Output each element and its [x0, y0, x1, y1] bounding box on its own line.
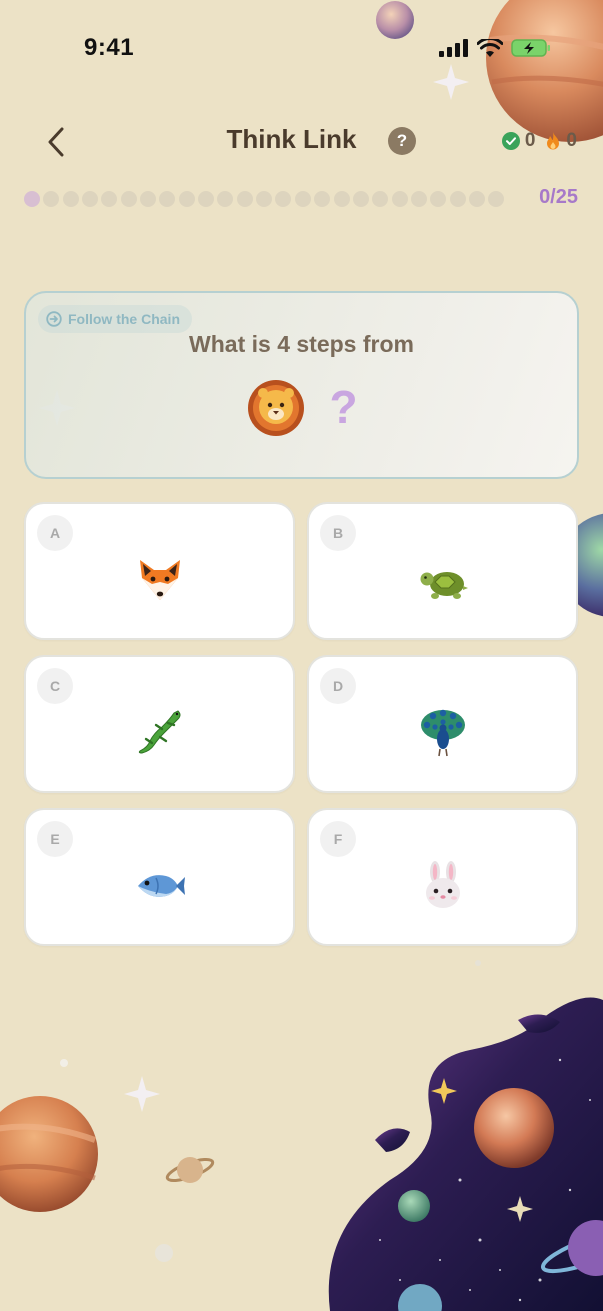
progress-dot [333, 191, 350, 207]
question-text: What is 4 steps from [189, 331, 414, 357]
fish-icon [137, 875, 185, 897]
progress-dot [43, 191, 60, 207]
progress-dot [178, 191, 195, 207]
progress-dot [101, 191, 118, 207]
progress-dot [62, 191, 79, 207]
fox-face-icon [139, 560, 180, 600]
progress-dot [120, 191, 137, 207]
progress-dot [198, 191, 215, 207]
option-letter: B [320, 515, 356, 551]
progress-dot [275, 191, 292, 207]
check-circle-icon [501, 132, 520, 150]
option-letter: D [320, 668, 356, 704]
option-letter: E [37, 821, 73, 857]
progress-dot [217, 191, 234, 207]
lion-face-icon [248, 380, 305, 436]
progress-dots [24, 191, 505, 207]
lizard-icon [138, 710, 180, 754]
correct-stat: 0 [501, 130, 536, 152]
progress-dot [140, 191, 157, 207]
status-time: 9:41 [84, 34, 135, 61]
help-button[interactable]: ? [388, 127, 416, 155]
option-c-card[interactable]: C [24, 655, 295, 793]
progress-dot [449, 191, 466, 207]
progress-dot [430, 191, 447, 207]
question-card: Follow the Chain What is 4 steps from ? [24, 291, 579, 479]
progress-dot [159, 191, 176, 207]
battery-charging-icon [511, 39, 550, 57]
unknown-question-mark: ? [329, 381, 358, 433]
progress-dot [82, 191, 99, 207]
option-d-card[interactable]: D [307, 655, 578, 793]
option-f-card[interactable]: F [307, 808, 578, 946]
progress-dot [391, 191, 408, 207]
streak-count: 0 [566, 130, 577, 151]
option-letter: A [37, 515, 73, 551]
status-icons [439, 38, 551, 58]
progress-dot [236, 191, 253, 207]
option-letter: F [320, 821, 356, 857]
progress-dot [488, 191, 505, 207]
cellular-signal-icon [439, 39, 468, 57]
question-row: ? [26, 375, 577, 437]
turtle-icon [420, 572, 468, 599]
progress-dot [352, 191, 369, 207]
header: Think Link ? 0 0 [0, 110, 603, 172]
progress-dot [294, 191, 311, 207]
peacock-icon [420, 709, 465, 757]
option-b-card[interactable]: B [307, 502, 578, 640]
correct-count: 0 [524, 130, 536, 151]
chip-label: Follow the Chain [68, 311, 180, 327]
progress-dot [468, 191, 485, 207]
status-bar: 9:41 [0, 0, 603, 90]
option-e-card[interactable]: E [24, 808, 295, 946]
rabbit-face-icon [425, 861, 460, 908]
arrow-right-circle-icon [46, 311, 62, 327]
flame-icon [547, 132, 560, 150]
progress-dot [410, 191, 427, 207]
wifi-icon [477, 38, 503, 57]
progress-dot [314, 191, 331, 207]
option-letter: C [37, 668, 73, 704]
score-stats: 0 0 [501, 130, 577, 152]
progress-dot [256, 191, 273, 207]
progress-dot [372, 191, 389, 207]
follow-the-chain-chip: Follow the Chain [38, 305, 192, 333]
streak-stat: 0 [545, 130, 577, 152]
progress-count: 0/25 [539, 186, 578, 208]
progress-bar: 0/25 [24, 186, 584, 212]
progress-dot [24, 191, 40, 207]
option-a-card[interactable]: A [24, 502, 295, 640]
